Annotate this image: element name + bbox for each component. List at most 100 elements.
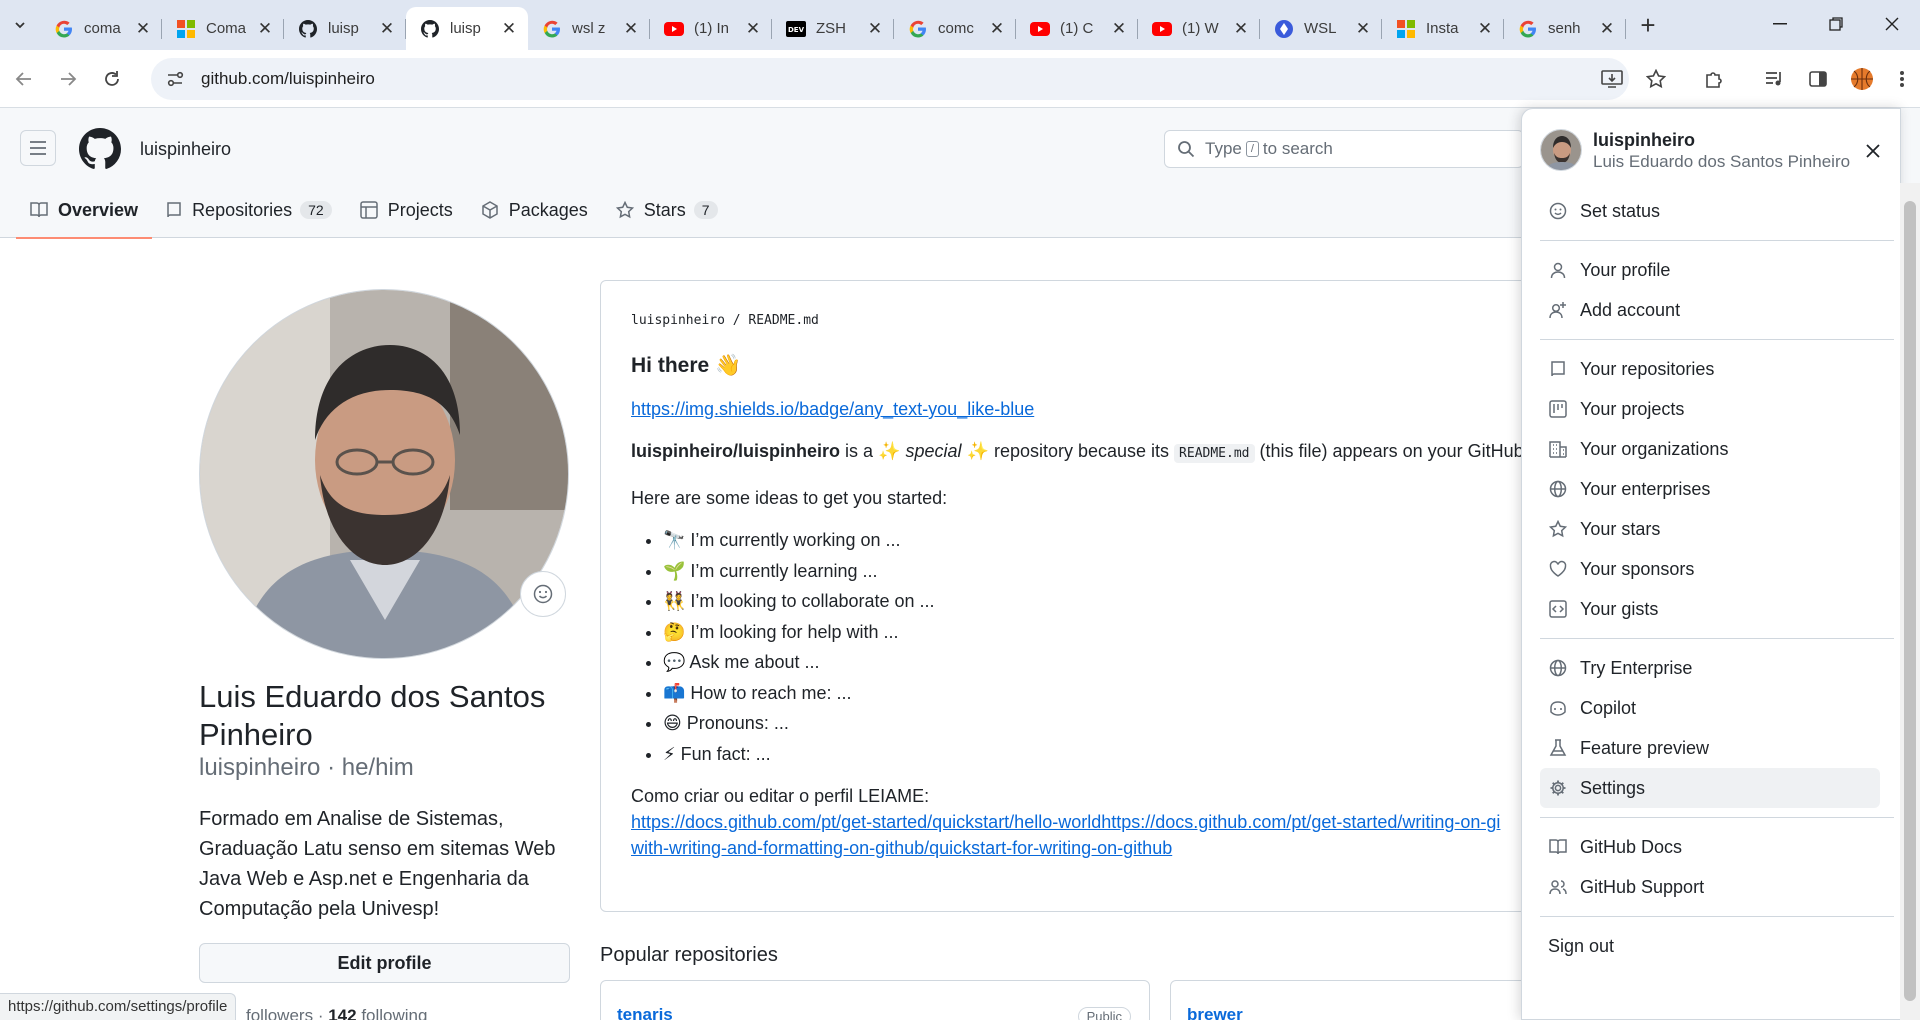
- close-tab-icon[interactable]: ✕: [866, 19, 884, 39]
- browser-menu-button[interactable]: [1884, 58, 1920, 100]
- browser-tab[interactable]: luisp ✕: [406, 7, 528, 50]
- menu-item-copilot[interactable]: Copilot: [1540, 688, 1880, 728]
- menu-item-try-enterprise[interactable]: Try Enterprise: [1540, 648, 1880, 688]
- following-label[interactable]: following: [361, 1006, 427, 1020]
- site-info-icon[interactable]: [165, 69, 189, 89]
- readme-path: luispinheiro / README.md: [631, 313, 1589, 328]
- browser-tab[interactable]: (1) C ✕: [1016, 7, 1138, 50]
- menu-item-label: Try Enterprise: [1580, 657, 1693, 678]
- menu-item-your-projects[interactable]: Your projects: [1540, 389, 1880, 429]
- browser-tab[interactable]: WSL ✕: [1260, 7, 1382, 50]
- menu-item-github-docs[interactable]: GitHub Docs: [1540, 827, 1880, 867]
- list-item: 💬 Ask me about ...: [663, 647, 1589, 678]
- repo-link[interactable]: brewer: [1187, 1005, 1243, 1020]
- close-tab-icon[interactable]: ✕: [622, 19, 640, 39]
- menu-item-sign-out[interactable]: Sign out: [1540, 926, 1880, 966]
- close-tab-icon[interactable]: ✕: [1354, 19, 1372, 39]
- url-text: github.com/luispinheiro: [201, 69, 375, 88]
- close-tab-icon[interactable]: ✕: [500, 19, 518, 39]
- extensions-button[interactable]: [1692, 58, 1736, 100]
- browser-tab[interactable]: DEV ZSH ✕: [772, 7, 894, 50]
- edit-profile-button[interactable]: Edit profile: [199, 943, 570, 983]
- header-owner-link[interactable]: luispinheiro: [140, 139, 231, 160]
- browser-tab[interactable]: luisp ✕: [284, 7, 406, 50]
- menu-item-label: Add account: [1580, 299, 1681, 320]
- close-tab-icon[interactable]: ✕: [378, 19, 396, 39]
- browser-tab[interactable]: (1) In ✕: [650, 7, 772, 50]
- readme-path-user[interactable]: luispinheiro: [631, 313, 725, 328]
- globe-icon: [1548, 480, 1568, 498]
- menu-item-your-sponsors[interactable]: Your sponsors: [1540, 549, 1880, 589]
- close-tab-icon[interactable]: ✕: [988, 19, 1006, 39]
- tab-projects[interactable]: Projects: [346, 182, 467, 238]
- tab-repositories[interactable]: Repositories 72: [152, 182, 346, 238]
- menu-scrollbar[interactable]: [1900, 183, 1920, 1020]
- minimize-button[interactable]: [1752, 0, 1808, 48]
- close-tab-icon[interactable]: ✕: [1110, 19, 1128, 39]
- tab-overview[interactable]: Overview: [16, 182, 153, 239]
- tab-packages[interactable]: Packages: [467, 182, 602, 238]
- profile-avatar[interactable]: [199, 289, 569, 659]
- github-search-input[interactable]: Type / to search: [1164, 130, 1524, 168]
- scrollbar-thumb[interactable]: [1904, 201, 1916, 1001]
- forward-button[interactable]: [48, 59, 88, 99]
- menu-item-label: Your sponsors: [1580, 558, 1695, 579]
- docs-link-line2[interactable]: with-writing-and-formatting-on-github/qu…: [631, 838, 1172, 858]
- reload-button[interactable]: [92, 59, 132, 99]
- tab-title: luisp: [450, 20, 481, 37]
- close-tab-icon[interactable]: ✕: [1476, 19, 1494, 39]
- side-panel-button[interactable]: [1796, 58, 1840, 100]
- menu-item-set-status[interactable]: Set status: [1540, 191, 1880, 231]
- followers-label[interactable]: followers: [246, 1006, 313, 1020]
- bookmark-button[interactable]: [1634, 58, 1678, 100]
- github-logo-icon[interactable]: [79, 128, 121, 170]
- menu-item-feature-preview[interactable]: Feature preview: [1540, 728, 1880, 768]
- menu-divider: [1540, 339, 1894, 340]
- browser-tab[interactable]: Coma ✕: [162, 7, 284, 50]
- person-icon: [1548, 261, 1568, 279]
- browser-tab[interactable]: wsl z ✕: [528, 7, 650, 50]
- close-menu-button[interactable]: [1861, 139, 1885, 163]
- menu-item-label: GitHub Docs: [1580, 836, 1683, 857]
- install-app-button[interactable]: [1590, 58, 1634, 100]
- tab-search-button[interactable]: [0, 7, 40, 43]
- menu-item-your-stars[interactable]: Your stars: [1540, 509, 1880, 549]
- menu-item-your-profile[interactable]: Your profile: [1540, 250, 1880, 290]
- close-tab-icon[interactable]: ✕: [256, 19, 274, 39]
- profile-button[interactable]: [1840, 58, 1884, 100]
- menu-item-your-gists[interactable]: Your gists: [1540, 589, 1880, 629]
- repo-link[interactable]: tenaris: [617, 1005, 673, 1020]
- list-item: 😄 Pronouns: ...: [663, 708, 1589, 739]
- menu-item-settings[interactable]: Settings: [1540, 768, 1880, 808]
- search-icon: [1178, 141, 1195, 158]
- set-status-button[interactable]: [520, 571, 566, 617]
- close-tab-icon[interactable]: ✕: [1598, 19, 1616, 39]
- menu-item-add-account[interactable]: Add account: [1540, 290, 1880, 330]
- following-count[interactable]: 142: [328, 1006, 356, 1020]
- badge-link[interactable]: https://img.shields.io/badge/any_text-yo…: [631, 399, 1034, 419]
- menu-item-your-enterprises[interactable]: Your enterprises: [1540, 469, 1880, 509]
- browser-tab[interactable]: Insta ✕: [1382, 7, 1504, 50]
- list-item: 👯 I’m looking to collaborate on ...: [663, 586, 1589, 617]
- browser-tab[interactable]: senh ✕: [1504, 7, 1626, 50]
- readme-path-file[interactable]: README.md: [748, 313, 818, 328]
- media-button[interactable]: [1752, 58, 1796, 100]
- address-bar[interactable]: github.com/luispinheiro: [151, 58, 1629, 100]
- menu-item-your-organizations[interactable]: Your organizations: [1540, 429, 1880, 469]
- close-tab-icon[interactable]: ✕: [134, 19, 152, 39]
- back-button[interactable]: [4, 59, 44, 99]
- new-tab-button[interactable]: +: [1630, 7, 1666, 43]
- menu-item-your-repositories[interactable]: Your repositories: [1540, 349, 1880, 389]
- close-window-button[interactable]: [1864, 0, 1920, 48]
- docs-link-line1[interactable]: https://docs.github.com/pt/get-started/q…: [631, 812, 1500, 832]
- close-tab-icon[interactable]: ✕: [744, 19, 762, 39]
- menu-item-github-support[interactable]: GitHub Support: [1540, 867, 1880, 907]
- browser-tab[interactable]: comc ✕: [894, 7, 1016, 50]
- restore-button[interactable]: [1808, 0, 1864, 48]
- star-icon: [1548, 520, 1568, 538]
- browser-tab[interactable]: (1) W ✕: [1138, 7, 1260, 50]
- tab-stars[interactable]: Stars 7: [602, 182, 732, 238]
- browser-tab[interactable]: coma ✕: [40, 7, 162, 50]
- close-tab-icon[interactable]: ✕: [1232, 19, 1250, 39]
- menu-button[interactable]: [20, 130, 56, 166]
